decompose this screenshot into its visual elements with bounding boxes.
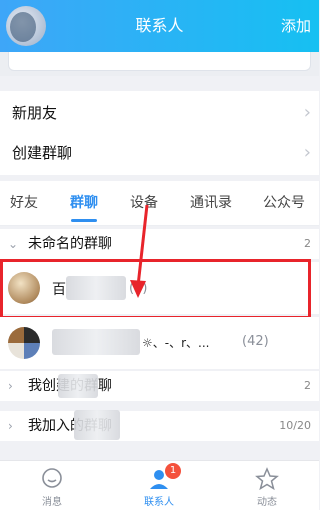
chevron-down-icon: ⌄ (8, 237, 19, 251)
section-joined-groups[interactable]: › 我加入的群聊 10/20 (0, 411, 319, 441)
page-title: 联系人 (135, 16, 184, 35)
blurred-overlay (74, 410, 120, 440)
section-label: 未命名的群聊 (28, 236, 112, 252)
nav-messages[interactable]: 消息 (22, 461, 82, 510)
contact-tabs: 好友 群聊 设备 通讯录 公众号 (0, 181, 319, 226)
star-icon (255, 467, 279, 491)
nav-label: 联系人 (144, 497, 174, 508)
new-friends-label: 新朋友 (12, 104, 58, 122)
chat-bubble-icon (42, 468, 62, 488)
create-group-row[interactable]: 创建群聊 › (0, 131, 319, 175)
member-count: (42) (242, 334, 269, 349)
nav-contacts[interactable]: 1 联系人 (129, 461, 189, 510)
top-bar: 联系人 添加 (0, 0, 319, 52)
highlight-box (0, 259, 311, 319)
bottom-nav: 消息 1 联系人 动态 (0, 460, 319, 510)
search-input[interactable] (8, 52, 311, 71)
nav-label: 动态 (257, 497, 277, 508)
blurred-name (52, 329, 140, 355)
new-friends-row[interactable]: 新朋友 › (0, 91, 319, 135)
chevron-right-icon: › (8, 379, 13, 393)
tab-groups[interactable]: 群聊 (70, 181, 98, 225)
nav-label: 消息 (42, 497, 62, 508)
group-avatar (8, 327, 40, 359)
section-count: 10/20 (279, 419, 311, 432)
group-name: ☼、-、r、... (142, 336, 210, 350)
nav-activity[interactable]: 动态 (237, 461, 297, 510)
section-my-created-groups[interactable]: › 我创建的群聊 2 (0, 371, 319, 401)
search-area (0, 52, 319, 76)
section-count: 2 (304, 237, 311, 250)
section-unnamed-groups[interactable]: ⌄ 未命名的群聊 2 (0, 229, 319, 259)
notification-badge: 1 (165, 463, 181, 479)
tab-address-book[interactable]: 通讯录 (190, 181, 232, 225)
group-row[interactable]: ☼、-、r、... (42) (0, 317, 319, 369)
chevron-right-icon: › (8, 419, 13, 433)
tab-friends[interactable]: 好友 (10, 181, 38, 225)
chevron-right-icon: › (303, 102, 311, 123)
blurred-overlay (58, 374, 98, 398)
create-group-label: 创建群聊 (12, 144, 73, 162)
tab-official-accounts[interactable]: 公众号 (263, 181, 305, 225)
section-count: 2 (304, 379, 311, 392)
add-button[interactable]: 添加 (281, 0, 311, 52)
chevron-right-icon: › (303, 142, 311, 163)
tab-devices[interactable]: 设备 (130, 181, 158, 225)
